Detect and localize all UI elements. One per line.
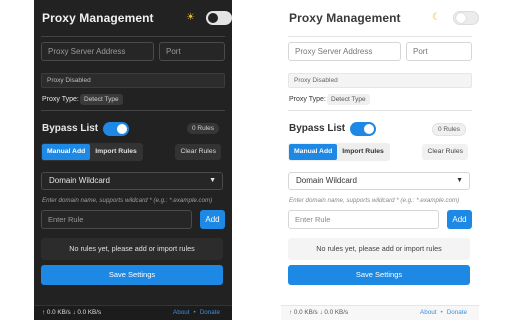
proxy-type-label: Proxy Type: [289, 96, 326, 103]
rule-input[interactable]: Enter Rule [41, 210, 192, 229]
bypass-tabs: Manual Add Import Rules [288, 143, 390, 161]
chevron-down-icon: ▼ [456, 177, 463, 184]
proxy-address-input[interactable]: Proxy Server Address [41, 42, 154, 61]
clear-rules-button[interactable]: Clear Rules [175, 144, 221, 160]
sun-icon: ☀ [186, 12, 195, 23]
proxy-type-badge: Detect Type [80, 94, 123, 105]
popup-light-theme: Proxy Management ☾ Proxy Server Address … [281, 0, 479, 320]
clear-rules-button[interactable]: Clear Rules [422, 144, 468, 160]
bypass-list-title: Bypass List [42, 123, 99, 134]
link-separator: • [440, 309, 443, 316]
rule-type-select[interactable]: Domain Wildcard ▼ [288, 172, 470, 190]
about-link[interactable]: About [420, 309, 436, 316]
proxy-status: Proxy Disabled [41, 73, 225, 88]
rule-hint: Enter domain name, supports wildcard * (… [42, 197, 213, 204]
traffic-speed: ↑ 0.0 KB/s ↓ 0.0 KB/s [289, 309, 349, 316]
empty-rules-message: No rules yet, please add or import rules [41, 238, 223, 260]
traffic-speed: ↑ 0.0 KB/s ↓ 0.0 KB/s [42, 309, 102, 316]
bypass-tabs: Manual Add Import Rules [41, 143, 143, 161]
tab-import-rules[interactable]: Import Rules [337, 144, 389, 160]
tab-manual-add[interactable]: Manual Add [42, 144, 91, 160]
rule-type-value: Domain Wildcard [296, 176, 357, 185]
donate-link[interactable]: Donate [447, 309, 467, 316]
about-link[interactable]: About [173, 309, 189, 316]
moon-icon: ☾ [432, 12, 441, 23]
rules-count-badge: 0 Rules [431, 123, 466, 136]
theme-toggle[interactable] [453, 11, 479, 25]
header: Proxy Management ☾ [287, 0, 479, 36]
rule-input[interactable]: Enter Rule [288, 210, 439, 229]
rules-count-badge: 0 Rules [186, 123, 219, 134]
proxy-port-input[interactable]: Port [406, 42, 472, 61]
proxy-type-badge: Detect Type [327, 94, 370, 105]
rule-hint: Enter domain name, supports wildcard * (… [289, 197, 460, 204]
footer: ↑ 0.0 KB/s ↓ 0.0 KB/s About • Donate [34, 305, 232, 320]
link-separator: • [193, 309, 196, 316]
tab-manual-add[interactable]: Manual Add [289, 144, 338, 160]
app-title: Proxy Management [42, 11, 154, 25]
bypass-toggle[interactable] [350, 122, 376, 136]
proxy-port-input[interactable]: Port [159, 42, 225, 61]
rule-type-value: Domain Wildcard [49, 176, 110, 185]
header: Proxy Management ☀ [40, 0, 232, 36]
theme-toggle[interactable] [206, 11, 232, 25]
chevron-down-icon: ▼ [209, 177, 216, 184]
proxy-type-label: Proxy Type: [42, 96, 79, 103]
bypass-list-title: Bypass List [289, 123, 346, 134]
proxy-status: Proxy Disabled [288, 73, 472, 88]
divider [41, 110, 225, 111]
footer: ↑ 0.0 KB/s ↓ 0.0 KB/s About • Donate [281, 305, 479, 320]
divider [288, 110, 472, 111]
empty-rules-message: No rules yet, please add or import rules [288, 238, 470, 260]
tab-import-rules[interactable]: Import Rules [90, 144, 142, 160]
bypass-toggle[interactable] [103, 122, 129, 136]
add-rule-button[interactable]: Add [447, 210, 472, 229]
save-settings-button[interactable]: Save Settings [41, 265, 223, 285]
app-title: Proxy Management [289, 11, 401, 25]
proxy-address-input[interactable]: Proxy Server Address [288, 42, 401, 61]
donate-link[interactable]: Donate [200, 309, 220, 316]
rule-type-select[interactable]: Domain Wildcard ▼ [41, 172, 223, 190]
add-rule-button[interactable]: Add [200, 210, 225, 229]
popup-dark-theme: Proxy Management ☀ Proxy Server Address … [34, 0, 232, 320]
save-settings-button[interactable]: Save Settings [288, 265, 470, 285]
